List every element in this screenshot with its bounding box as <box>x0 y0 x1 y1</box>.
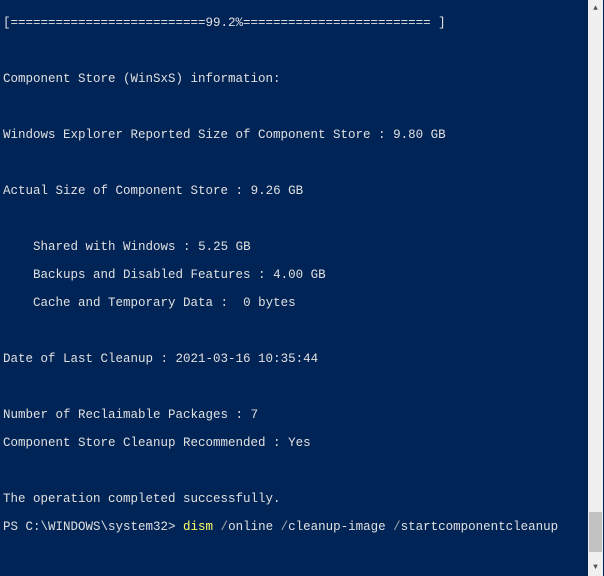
terminal-output[interactable]: [==========================99.2%========… <box>0 0 588 576</box>
blank-line <box>3 44 585 58</box>
dism-command: dism <box>183 520 221 534</box>
info-line: Backups and Disabled Features : 4.00 GB <box>3 268 585 282</box>
blank-line <box>3 156 585 170</box>
info-line: Shared with Windows : 5.25 GB <box>3 240 585 254</box>
scroll-down-button[interactable]: ▼ <box>588 559 603 576</box>
command-slash: / <box>393 520 401 534</box>
info-line: Date of Last Cleanup : 2021-03-16 10:35:… <box>3 352 585 366</box>
blank-line <box>3 548 585 562</box>
status-line: The operation completed successfully. <box>3 492 585 506</box>
info-line: Number of Reclaimable Packages : 7 <box>3 408 585 422</box>
vertical-scrollbar[interactable]: ▲ ▼ <box>588 0 603 576</box>
prompt-line[interactable]: PS C:\WINDOWS\system32> dism /online /cl… <box>3 520 585 534</box>
blank-line <box>3 324 585 338</box>
progress-line: [==========================99.2%========… <box>3 16 585 30</box>
chevron-down-icon: ▼ <box>593 564 598 572</box>
blank-line <box>3 100 585 114</box>
info-line: Cache and Temporary Data : 0 bytes <box>3 296 585 310</box>
command-slash: / <box>281 520 289 534</box>
prompt-path: PS C:\WINDOWS\system32> <box>3 520 183 534</box>
info-line: Windows Explorer Reported Size of Compon… <box>3 128 585 142</box>
command-slash: / <box>221 520 229 534</box>
scrollbar-track[interactable] <box>588 17 603 559</box>
section-header: Component Store (WinSxS) information: <box>3 72 585 86</box>
chevron-up-icon: ▲ <box>593 5 598 13</box>
command-arg: online <box>228 520 281 534</box>
scroll-up-button[interactable]: ▲ <box>588 0 603 17</box>
blank-line <box>3 212 585 226</box>
info-line: Component Store Cleanup Recommended : Ye… <box>3 436 585 450</box>
command-arg: cleanup-image <box>288 520 393 534</box>
info-line: Actual Size of Component Store : 9.26 GB <box>3 184 585 198</box>
blank-line <box>3 380 585 394</box>
command-arg: startcomponentcleanup <box>401 520 559 534</box>
blank-line <box>3 464 585 478</box>
scrollbar-thumb[interactable] <box>589 512 602 552</box>
